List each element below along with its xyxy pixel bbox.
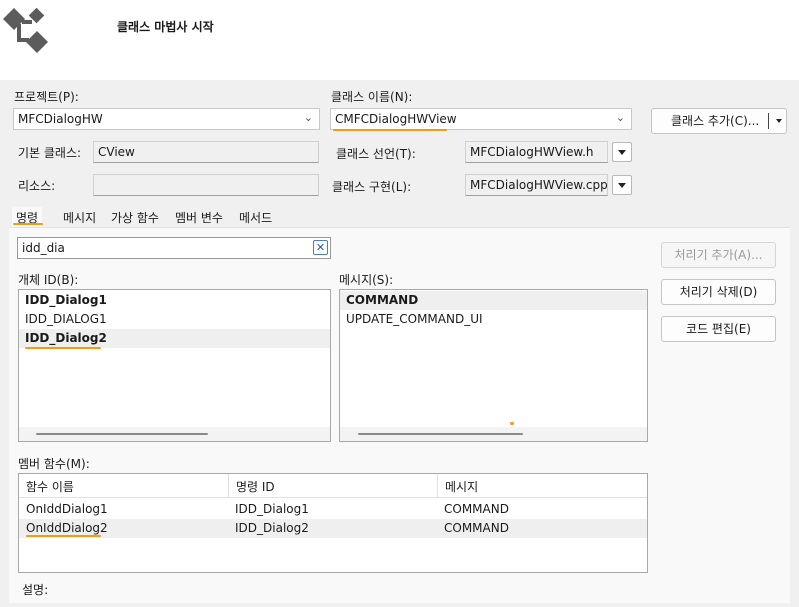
list-item[interactable]: UPDATE_COMMAND_UI [340,310,647,329]
chevron-down-icon: ⌄ [615,111,625,124]
cell-command-id: IDD_Dialog1 [235,502,309,516]
close-icon[interactable]: ✕ [313,240,328,255]
grid-header: 함수 이름 명령 ID 메시지 [19,474,647,498]
resource-label: 리소스: [18,179,56,193]
class-implementation-dropdown-button[interactable] [612,175,632,195]
tab-methods[interactable]: 메서드 [235,207,276,227]
wizard-header: 클래스 마법사 시작 [0,0,799,80]
messages-list[interactable]: COMMAND UPDATE_COMMAND_UI [339,289,648,442]
class-name-value: CMFCDialogHWView [335,112,457,126]
member-function-underline [26,535,101,537]
project-combo[interactable]: MFCDialogHW ⌄ [13,108,320,130]
class-name-underline [333,129,447,131]
description-label: 설명: [22,583,49,597]
tab-virtual-functions[interactable]: 가상 함수 [107,207,163,227]
table-row[interactable]: OnIddDialog2 IDD_Dialog2 COMMAND [19,519,647,538]
wizard-title: 클래스 마법사 시작 [117,20,214,34]
cell-function-name: OnIddDialog1 [26,502,108,516]
column-header-message[interactable]: 메시지 [438,474,647,498]
class-implementation-label: 클래스 구현(L): [332,180,412,194]
cursor-dot [510,422,514,425]
split-divider [768,113,769,129]
list-item[interactable]: COMMAND [340,291,647,310]
messages-label: 메시지(S): [339,273,394,287]
edit-code-button[interactable]: 코드 편집(E) [661,316,776,342]
class-name-label: 클래스 이름(N): [331,90,413,104]
object-id-underline [25,347,101,349]
class-implementation-field: MFCDialogHWView.cpp [465,174,608,196]
delete-handler-button[interactable]: 처리기 삭제(D) [661,279,776,305]
list-item[interactable]: IDD_Dialog1 [19,291,330,310]
tab-messages[interactable]: 메시지 [59,207,100,227]
base-class-field: CView [93,141,319,163]
member-functions-label: 멤버 함수(M): [18,457,90,471]
resource-field [93,174,319,196]
tab-member-variables[interactable]: 멤버 변수 [171,207,227,227]
add-class-button[interactable]: 클래스 추가(C)... [651,108,787,134]
object-ids-list[interactable]: IDD_Dialog1 IDD_DIALOG1 IDD_Dialog2 [18,289,331,442]
cell-function-name: OnIddDialog2 [26,521,108,535]
dropdown-arrow-icon[interactable] [776,119,782,123]
cell-command-id: IDD_Dialog2 [235,521,309,535]
cell-message: COMMAND [444,502,509,516]
add-handler-button[interactable]: 처리기 추가(A)... [661,242,776,268]
base-class-label: 기본 클래스: [18,146,82,160]
member-functions-grid[interactable]: 함수 이름 명령 ID 메시지 OnIddDialog1 IDD_Dialog1… [18,473,648,573]
search-input[interactable]: idd_dia [17,237,331,259]
list-item[interactable]: IDD_Dialog2 [19,329,330,348]
scrollbar-thumb[interactable] [358,433,523,435]
cell-message: COMMAND [444,521,509,535]
tab-active-underline [13,223,43,225]
scrollbar-thumb[interactable] [36,433,208,435]
column-header-function-name[interactable]: 함수 이름 [19,474,229,498]
table-row[interactable]: OnIddDialog1 IDD_Dialog1 COMMAND [19,500,647,519]
class-wizard-icon [3,7,48,53]
chevron-down-icon: ⌄ [303,111,313,124]
horizontal-scrollbar[interactable] [19,427,330,441]
object-ids-label: 개체 ID(B): [18,273,79,287]
project-value: MFCDialogHW [18,112,103,126]
horizontal-scrollbar[interactable] [340,427,647,441]
class-name-combo[interactable]: CMFCDialogHWView ⌄ [330,108,632,130]
list-item[interactable]: IDD_DIALOG1 [19,310,330,329]
project-label: 프로젝트(P): [14,90,79,104]
class-declaration-label: 클래스 선언(T): [336,147,416,161]
add-class-label: 클래스 추가(C)... [671,114,760,128]
column-header-command-id[interactable]: 명령 ID [229,474,438,498]
class-declaration-dropdown-button[interactable] [612,142,632,162]
class-declaration-field: MFCDialogHWView.h [465,141,608,163]
